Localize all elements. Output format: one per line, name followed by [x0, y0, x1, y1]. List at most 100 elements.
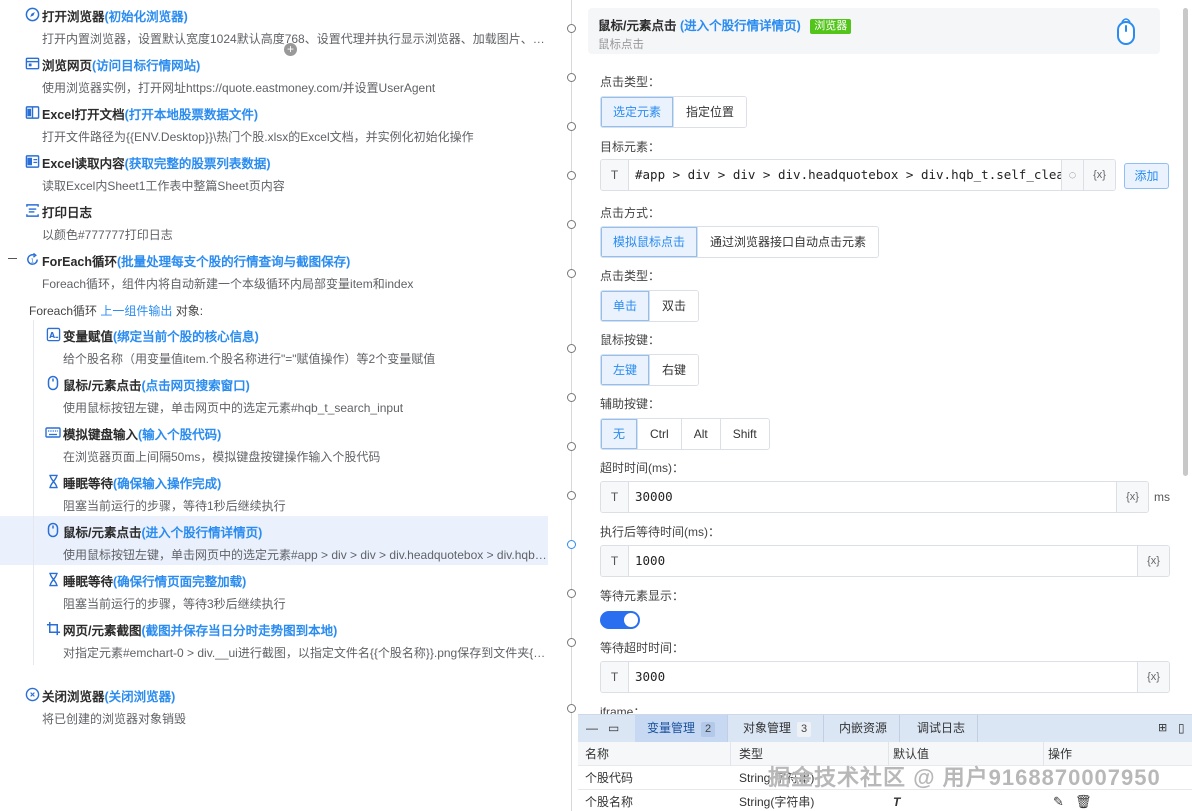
add-step-button[interactable]: +	[284, 43, 297, 56]
step-note: (进入个股行情详情页)	[141, 526, 263, 540]
click-method-option[interactable]: 模拟鼠标点击	[601, 227, 699, 257]
windows-icon[interactable]: ⊞	[1158, 715, 1167, 742]
property-title: 鼠标/元素点击 (进入个股行情详情页) 浏览器	[598, 15, 852, 34]
tab-objects[interactable]: 对象管理 3	[731, 715, 825, 742]
hourglass-icon	[45, 571, 61, 587]
connector-node[interactable]	[567, 540, 576, 549]
variable-button[interactable]: {x}	[1116, 482, 1148, 512]
mobile-icon[interactable]: ▯	[1178, 715, 1185, 742]
property-scrollbar[interactable]	[1183, 8, 1188, 476]
click-kind-option[interactable]: 单击	[601, 291, 651, 321]
workflow-step[interactable]: 睡眠等待(确保行情页面完整加载) 阻塞当前运行的步骤，等待3秒后继续执行	[0, 565, 548, 614]
step-name: 模拟键盘输入	[63, 428, 139, 442]
table-row[interactable]: 个股名称 String(字符串) T ✎ 🗑	[578, 790, 1192, 811]
connector-node[interactable]	[567, 491, 576, 500]
target-element-input[interactable]: #app > div > div > div.headquotebox > di…	[629, 160, 1061, 190]
step-title: 网页/元素截图(截图并保存当日分时走势图到本地)	[63, 620, 337, 639]
workflow-step[interactable]: 打开浏览器(初始化浏览器) 打开内置浏览器，设置默认宽度1024默认高度768、设…	[0, 0, 548, 49]
workflow-panel: 打开浏览器(初始化浏览器) 打开内置浏览器，设置默认宽度1024默认高度768、设…	[0, 0, 578, 811]
step-name: 睡眠等待	[63, 477, 114, 491]
workflow-step[interactable]: A 变量赋值(绑定当前个股的核心信息) 给个股名称（用变量值item.个股名称进行"…	[0, 320, 548, 369]
connector-node[interactable]	[567, 269, 576, 278]
modifier-key-label: 辅助按键：	[600, 397, 661, 411]
tab-variables[interactable]: 变量管理 2	[635, 715, 729, 742]
click-method-option[interactable]: 通过浏览器接口自动点击元素	[698, 227, 879, 257]
edit-icon[interactable]: ✎	[1053, 790, 1064, 811]
connector-node[interactable]	[567, 122, 576, 131]
wait-timeout-field: T 3000 {x}	[600, 661, 1170, 693]
connector-node[interactable]	[567, 73, 576, 82]
step-description: 在浏览器页面上间隔50ms，模拟键盘按键操作输入个股代码	[63, 450, 381, 464]
mouse-button-option[interactable]: 右键	[650, 355, 699, 385]
modifier-option[interactable]: Shift	[720, 419, 769, 449]
connector-node[interactable]	[567, 220, 576, 229]
variable-default[interactable]: T	[893, 790, 1043, 811]
modifier-option[interactable]: Alt	[681, 419, 721, 449]
collapse-toggle[interactable]	[8, 258, 17, 259]
connector-node[interactable]	[567, 393, 576, 402]
workflow-step[interactable]: 鼠标/元素点击(进入个股行情详情页) 使用鼠标按钮左键，单击网页中的选定元素#ap…	[0, 516, 548, 565]
connector-node[interactable]	[567, 704, 576, 713]
workflow-step[interactable]: 关闭浏览器(关闭浏览器) 将已创建的浏览器对象销毁	[0, 680, 548, 729]
delete-icon[interactable]: 🗑	[1075, 790, 1092, 811]
foreach-source-link[interactable]: 上一组件输出	[100, 304, 172, 318]
text-type-tag[interactable]: T	[601, 546, 629, 576]
connector-node[interactable]	[567, 344, 576, 353]
workflow-step[interactable]: 模拟键盘输入(输入个股代码) 在浏览器页面上间隔50ms，模拟键盘按键操作输入个股…	[0, 418, 548, 467]
timeout-field: T 30000 {x}	[600, 481, 1149, 513]
click-kind-option[interactable]: 双击	[650, 291, 699, 321]
wait-timeout-label: 等待超时时间：	[600, 641, 685, 655]
variable-button[interactable]: {x}	[1137, 662, 1169, 692]
step-description: 给个股名称（用变量值item.个股名称进行"="赋值操作）等2个变量赋值	[63, 352, 436, 366]
text-type-tag[interactable]: T	[601, 662, 629, 692]
step-description: 阻塞当前运行的步骤，等待3秒后继续执行	[63, 597, 286, 611]
excel-book-icon	[24, 104, 40, 120]
crop-icon	[45, 620, 61, 636]
add-button[interactable]: 添加	[1124, 163, 1169, 189]
workflow-step[interactable]: 网页/元素截图(截图并保存当日分时走势图到本地) 对指定元素#emchart-0 …	[0, 614, 548, 663]
variable-button[interactable]: {x}	[1137, 546, 1169, 576]
step-name: 睡眠等待	[63, 575, 114, 589]
modifier-option[interactable]: 无	[601, 419, 639, 449]
timeout-input[interactable]: 30000	[629, 482, 1116, 512]
workflow-step[interactable]: Excel读取内容(获取完整的股票列表数据) 读取Excel内Sheet1工作表中…	[0, 147, 548, 196]
text-type-tag[interactable]: T	[601, 482, 629, 512]
workflow-step[interactable]: 1 ForEach循环(批量处理每支个股的行情查询与截图保存) Foreach循环，…	[0, 245, 548, 294]
restore-icon[interactable]: ▭	[608, 715, 619, 742]
step-name: 鼠标/元素点击	[63, 526, 142, 540]
wait-visible-label: 等待元素显示：	[600, 589, 685, 603]
workflow-step[interactable]: 打印日志 以颜色#777777打印日志	[0, 196, 548, 245]
wait-visible-toggle[interactable]	[600, 611, 640, 629]
minimize-icon[interactable]: —	[586, 715, 598, 742]
step-name: Excel读取内容	[42, 157, 125, 171]
step-title: 打开浏览器(初始化浏览器)	[42, 6, 188, 25]
workflow-step[interactable]: 睡眠等待(确保输入操作完成) 阻塞当前运行的步骤，等待1秒后继续执行	[0, 467, 548, 516]
workflow-step[interactable]: 浏览网页(访问目标行情网站) 使用浏览器实例，打开网址https://quote.…	[0, 49, 548, 98]
step-title: 打印日志	[42, 202, 92, 221]
workflow-step[interactable]: 鼠标/元素点击(点击网页搜索窗口) 使用鼠标按钮左键，单击网页中的选定元素#hqb…	[0, 369, 548, 418]
after-wait-input[interactable]: 1000	[629, 546, 1137, 576]
iframe-label: iframe：	[600, 705, 646, 714]
click-type-option[interactable]: 指定位置	[674, 97, 747, 127]
click-type-option[interactable]: 选定元素	[601, 97, 675, 127]
connector-node[interactable]	[567, 24, 576, 33]
connector-node[interactable]	[567, 638, 576, 647]
connector-node[interactable]	[567, 589, 576, 598]
tab-embedded-resources[interactable]: 内嵌资源	[827, 715, 901, 742]
tab-debug-log[interactable]: 调试日志	[905, 715, 979, 742]
wait-timeout-input[interactable]: 3000	[629, 662, 1137, 692]
connector-node[interactable]	[567, 171, 576, 180]
click-type-segment: 选定元素 指定位置	[600, 96, 748, 128]
workflow-step[interactable]: Excel打开文档(打开本地股票数据文件) 打开文件路径为{{ENV.Deskto…	[0, 98, 548, 147]
variable-name: 个股代码	[585, 771, 634, 785]
text-type-tag[interactable]: T	[601, 160, 629, 190]
modifier-option[interactable]: Ctrl	[638, 419, 682, 449]
variable-name: 个股名称	[585, 795, 634, 809]
step-title: 鼠标/元素点击(进入个股行情详情页)	[63, 522, 262, 541]
step-title: 变量赋值(绑定当前个股的核心信息)	[63, 326, 259, 345]
step-note: (初始化浏览器)	[104, 10, 188, 24]
variable-button[interactable]: {x}	[1083, 160, 1115, 190]
connector-node[interactable]	[567, 442, 576, 451]
crosshair-icon[interactable]: ◌	[1061, 160, 1083, 190]
mouse-button-option[interactable]: 左键	[601, 355, 651, 385]
